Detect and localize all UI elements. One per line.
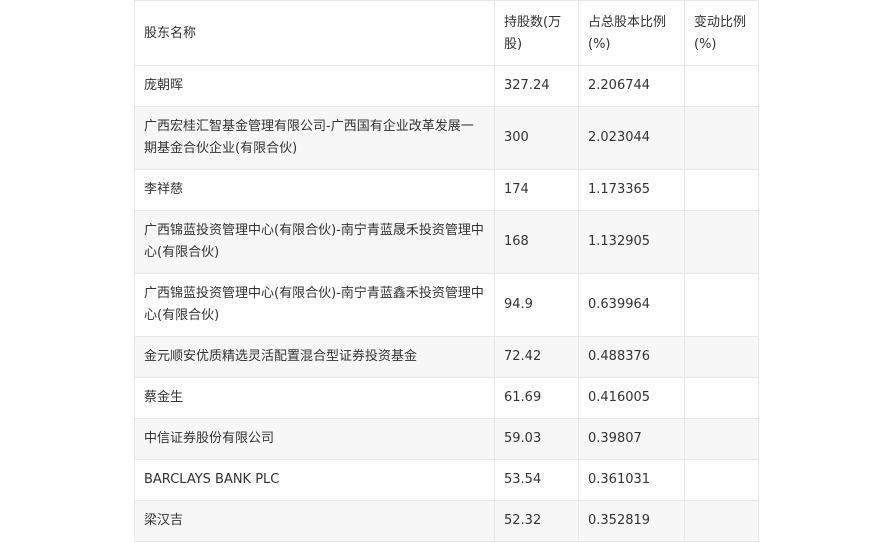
cell-ratio: 0.416005 — [578, 377, 685, 419]
cell-shareholder-name: 梁汉吉 — [134, 500, 495, 542]
cell-shareholder-name: 金元顺安优质精选灵活配置混合型证券投资基金 — [134, 336, 495, 378]
header-shares: 持股数(万股) — [494, 0, 579, 66]
table-row: 金元顺安优质精选灵活配置混合型证券投资基金 72.42 0.488376 — [134, 336, 759, 378]
table-row: 广西锦蓝投资管理中心(有限合伙)-南宁青蓝晟禾投资管理中心(有限合伙) 168 … — [134, 210, 759, 274]
cell-shares: 300 — [494, 106, 579, 170]
cell-change — [684, 210, 759, 274]
table-header-row: 股东名称 持股数(万股) 占总股本比例(%) 变动比例(%) — [134, 0, 759, 66]
table-row: 庞朝晖 327.24 2.206744 — [134, 65, 759, 107]
header-shareholder-name: 股东名称 — [134, 0, 495, 66]
cell-change — [684, 65, 759, 107]
cell-ratio: 0.352819 — [578, 500, 685, 542]
cell-ratio: 0.639964 — [578, 273, 685, 337]
cell-shares: 168 — [494, 210, 579, 274]
cell-change — [684, 459, 759, 501]
shareholder-table: 股东名称 持股数(万股) 占总股本比例(%) 变动比例(%) 庞朝晖 327.2… — [134, 0, 759, 542]
cell-ratio: 1.132905 — [578, 210, 685, 274]
table-row: 李祥慈 174 1.173365 — [134, 169, 759, 211]
header-ratio: 占总股本比例(%) — [578, 0, 685, 66]
cell-shareholder-name: 李祥慈 — [134, 169, 495, 211]
cell-shareholder-name: 庞朝晖 — [134, 65, 495, 107]
cell-shareholder-name: 中信证券股份有限公司 — [134, 418, 495, 460]
cell-change — [684, 106, 759, 170]
cell-change — [684, 336, 759, 378]
table-row: BARCLAYS BANK PLC 53.54 0.361031 — [134, 459, 759, 501]
cell-ratio: 2.023044 — [578, 106, 685, 170]
cell-change — [684, 377, 759, 419]
header-change: 变动比例(%) — [684, 0, 759, 66]
cell-shareholder-name: 广西锦蓝投资管理中心(有限合伙)-南宁青蓝晟禾投资管理中心(有限合伙) — [134, 210, 495, 274]
shareholder-table-container: 股东名称 持股数(万股) 占总股本比例(%) 变动比例(%) 庞朝晖 327.2… — [134, 0, 759, 542]
cell-change — [684, 273, 759, 337]
cell-ratio: 0.488376 — [578, 336, 685, 378]
cell-shares: 94.9 — [494, 273, 579, 337]
cell-ratio: 1.173365 — [578, 169, 685, 211]
cell-shareholder-name: 蔡金生 — [134, 377, 495, 419]
cell-shares: 72.42 — [494, 336, 579, 378]
table-row: 中信证券股份有限公司 59.03 0.39807 — [134, 418, 759, 460]
cell-shares: 327.24 — [494, 65, 579, 107]
cell-change — [684, 418, 759, 460]
cell-ratio: 0.39807 — [578, 418, 685, 460]
table-row: 梁汉吉 52.32 0.352819 — [134, 500, 759, 542]
cell-shares: 52.32 — [494, 500, 579, 542]
cell-shareholder-name: 广西锦蓝投资管理中心(有限合伙)-南宁青蓝鑫禾投资管理中心(有限合伙) — [134, 273, 495, 337]
cell-change — [684, 169, 759, 211]
cell-shares: 59.03 — [494, 418, 579, 460]
table-row: 广西宏桂汇智基金管理有限公司-广西国有企业改革发展一期基金合伙企业(有限合伙) … — [134, 106, 759, 170]
table-row: 广西锦蓝投资管理中心(有限合伙)-南宁青蓝鑫禾投资管理中心(有限合伙) 94.9… — [134, 273, 759, 337]
cell-shares: 53.54 — [494, 459, 579, 501]
cell-change — [684, 500, 759, 542]
cell-shares: 61.69 — [494, 377, 579, 419]
cell-ratio: 0.361031 — [578, 459, 685, 501]
table-row: 蔡金生 61.69 0.416005 — [134, 377, 759, 419]
cell-shareholder-name: 广西宏桂汇智基金管理有限公司-广西国有企业改革发展一期基金合伙企业(有限合伙) — [134, 106, 495, 170]
cell-shareholder-name: BARCLAYS BANK PLC — [134, 459, 495, 501]
cell-shares: 174 — [494, 169, 579, 211]
cell-ratio: 2.206744 — [578, 65, 685, 107]
